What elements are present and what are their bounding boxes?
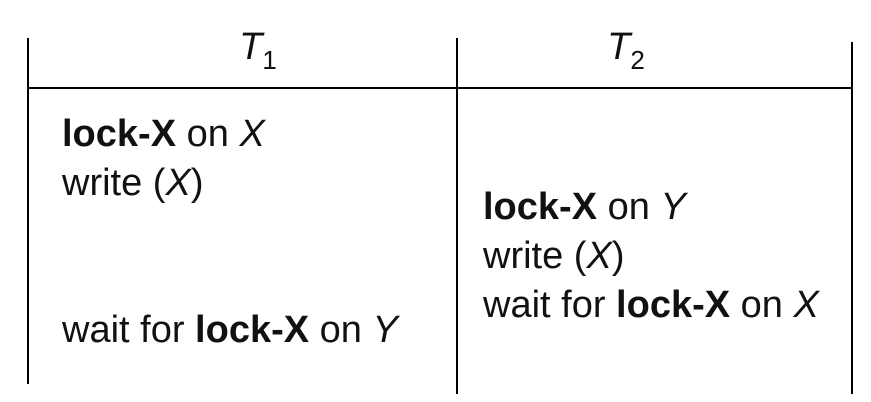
header-separator bbox=[27, 87, 853, 89]
variable: X bbox=[239, 113, 265, 155]
lock-keyword: lock-X bbox=[483, 186, 598, 228]
write-suffix: ) bbox=[190, 162, 204, 204]
t2-wait-for-lock-x-on-x: wait for lock-X on X bbox=[483, 281, 819, 330]
on-text: on bbox=[309, 309, 373, 351]
wait-prefix: wait for bbox=[483, 284, 617, 326]
t2-write-x: write (X) bbox=[483, 232, 624, 281]
lock-keyword: lock-X bbox=[62, 113, 177, 155]
on-text: on bbox=[597, 186, 661, 228]
wait-prefix: wait for bbox=[62, 309, 196, 351]
write-prefix: write ( bbox=[62, 162, 166, 204]
lock-keyword: lock-X bbox=[195, 309, 310, 351]
t1-wait-for-lock-x-on-y: wait for lock-X on Y bbox=[62, 306, 398, 355]
header-t2-base: T bbox=[607, 26, 631, 68]
variable: X bbox=[793, 284, 819, 326]
lock-keyword: lock-X bbox=[616, 284, 731, 326]
right-border bbox=[851, 42, 853, 394]
header-t1-base: T bbox=[239, 26, 263, 68]
column-header-t2: T2 bbox=[596, 28, 656, 73]
variable: Y bbox=[660, 186, 686, 228]
write-prefix: write ( bbox=[483, 235, 587, 277]
write-suffix: ) bbox=[611, 235, 625, 277]
left-border bbox=[27, 38, 29, 384]
t1-write-x: write (X) bbox=[62, 159, 203, 208]
variable: X bbox=[586, 235, 612, 277]
on-text: on bbox=[176, 113, 240, 155]
t1-lock-x-on-x: lock-X on X bbox=[62, 110, 265, 159]
column-divider bbox=[456, 38, 458, 394]
header-t2-subscript: 2 bbox=[630, 45, 645, 75]
column-header-t1: T1 bbox=[228, 28, 288, 73]
on-text: on bbox=[730, 284, 794, 326]
t2-lock-x-on-y: lock-X on Y bbox=[483, 183, 686, 232]
header-t1-subscript: 1 bbox=[262, 45, 277, 75]
variable: X bbox=[165, 162, 191, 204]
variable: Y bbox=[372, 309, 398, 351]
